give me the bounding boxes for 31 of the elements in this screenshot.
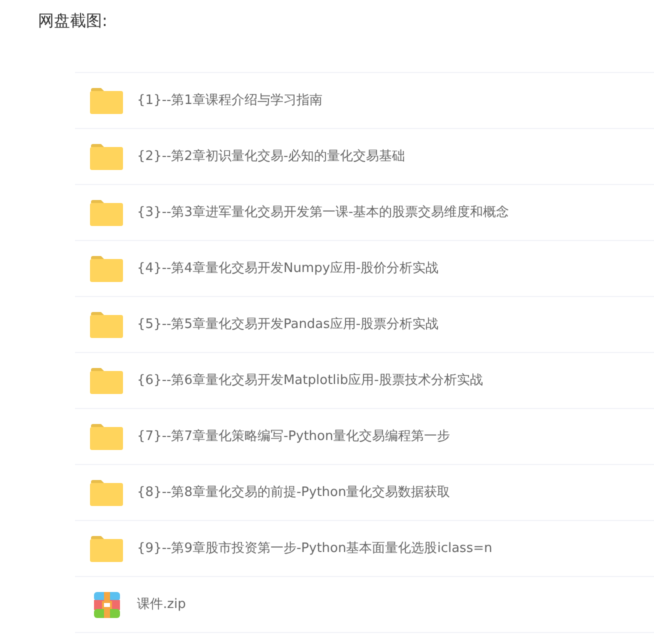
file-row[interactable]: {7}--第7章量化策略编写-Python量化交易编程第一步 [75, 409, 654, 465]
file-name: {3}--第3章进军量化交易开发第一课-基本的股票交易维度和概念 [137, 204, 510, 222]
file-row[interactable]: {6}--第6章量化交易开发Matplotlib应用-股票技术分析实战 [75, 353, 654, 409]
file-name: {6}--第6章量化交易开发Matplotlib应用-股票技术分析实战 [137, 372, 483, 390]
file-row[interactable]: {9}--第9章股市投资第一步-Python基本面量化选股iclass=n [75, 521, 654, 577]
folder-icon [90, 535, 123, 562]
file-row[interactable]: {3}--第3章进军量化交易开发第一课-基本的股票交易维度和概念 [75, 185, 654, 241]
file-name: {2}--第2章初识量化交易-必知的量化交易基础 [137, 148, 406, 166]
file-name: 课件.zip [137, 596, 186, 614]
folder-icon [90, 199, 123, 226]
folder-icon [90, 255, 123, 282]
folder-icon [90, 87, 123, 114]
file-name: {4}--第4章量化交易开发Numpy应用-股价分析实战 [137, 260, 439, 278]
file-name: {8}--第8章量化交易的前提-Python量化交易数据获取 [137, 484, 450, 502]
file-row[interactable]: 课件.zip [75, 577, 654, 633]
folder-icon [90, 143, 123, 170]
file-row[interactable]: {5}--第5章量化交易开发Pandas应用-股票分析实战 [75, 297, 654, 353]
folder-icon [90, 311, 123, 338]
file-row[interactable]: {4}--第4章量化交易开发Numpy应用-股价分析实战 [75, 241, 654, 297]
folder-icon [90, 423, 123, 450]
file-name: {9}--第9章股市投资第一步-Python基本面量化选股iclass=n [137, 540, 492, 558]
folder-icon [90, 367, 123, 394]
heading: 网盘截图: [37, 10, 108, 32]
file-row[interactable]: {2}--第2章初识量化交易-必知的量化交易基础 [75, 129, 654, 185]
file-name: {1}--第1章课程介绍与学习指南 [137, 92, 322, 110]
zip-archive-icon [94, 592, 120, 618]
file-name: {7}--第7章量化策略编写-Python量化交易编程第一步 [137, 428, 450, 446]
file-row[interactable]: {8}--第8章量化交易的前提-Python量化交易数据获取 [75, 465, 654, 521]
file-name: {5}--第5章量化交易开发Pandas应用-股票分析实战 [137, 316, 439, 334]
folder-icon [90, 479, 123, 506]
file-row[interactable]: {1}--第1章课程介绍与学习指南 [75, 73, 654, 129]
